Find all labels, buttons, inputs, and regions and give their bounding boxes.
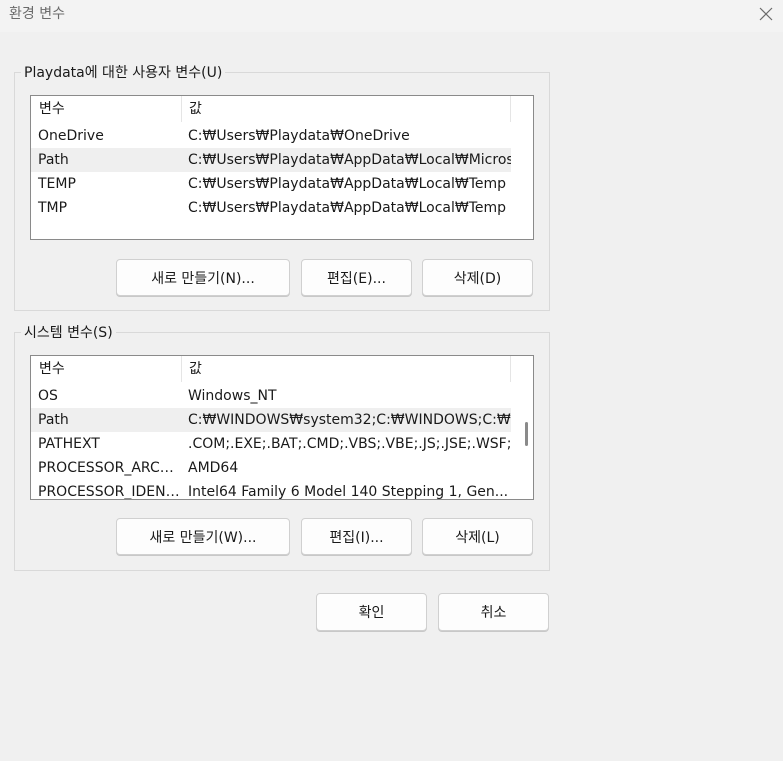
- variable-name: TEMP: [38, 176, 76, 192]
- variable-value: AMD64: [188, 460, 239, 476]
- list-header: 변수 값: [31, 356, 533, 382]
- user-edit-button[interactable]: 편집(E)...: [301, 259, 412, 296]
- scrollbar-thumb[interactable]: [525, 422, 528, 446]
- system-variables-list[interactable]: 변수 값 OS Windows_NT Path C:₩WINDOWS₩syste…: [30, 355, 534, 500]
- system-new-button[interactable]: 새로 만들기(W)...: [116, 518, 290, 555]
- table-row[interactable]: OneDrive C:₩Users₩Playdata₩OneDrive: [31, 124, 511, 148]
- variable-value: C:₩Users₩Playdata₩OneDrive: [188, 128, 410, 144]
- variable-name: OS: [38, 388, 58, 404]
- variable-name: TMP: [38, 200, 68, 216]
- system-delete-button[interactable]: 삭제(L): [422, 518, 533, 555]
- close-icon: [759, 7, 773, 21]
- variable-value: C:₩Users₩Playdata₩AppData₩Local₩Temp: [188, 200, 507, 216]
- user-variables-list[interactable]: 변수 값 OneDrive C:₩Users₩Playdata₩OneDrive…: [30, 95, 534, 240]
- column-header-value[interactable]: 값: [182, 356, 511, 382]
- table-row[interactable]: TEMP C:₩Users₩Playdata₩AppData₩Local₩Tem…: [31, 172, 511, 196]
- system-edit-button[interactable]: 편집(I)...: [301, 518, 412, 555]
- variable-value: C:₩Users₩Playdata₩AppData₩Local₩Micros..…: [188, 152, 511, 168]
- variable-value: Windows_NT: [188, 388, 277, 404]
- variable-value: C:₩WINDOWS₩system32;C:₩WINDOWS;C:₩...: [188, 412, 511, 428]
- variable-value: Intel64 Family 6 Model 140 Stepping 1, G…: [188, 484, 509, 500]
- variable-name: PROCESSOR_ARCH...: [38, 460, 181, 476]
- vertical-scrollbar[interactable]: [522, 382, 532, 498]
- user-new-button[interactable]: 새로 만들기(N)...: [116, 259, 290, 296]
- variable-name: OneDrive: [38, 128, 104, 144]
- table-row[interactable]: PROCESSOR_IDENT... Intel64 Family 6 Mode…: [31, 480, 511, 500]
- user-variables-label: Playdata에 대한 사용자 변수(U): [21, 64, 226, 82]
- list-header: 변수 값: [31, 96, 533, 122]
- column-header-variable[interactable]: 변수: [32, 356, 182, 382]
- variable-name: Path: [38, 152, 69, 168]
- table-row[interactable]: TMP C:₩Users₩Playdata₩AppData₩Local₩Temp: [31, 196, 511, 220]
- close-button[interactable]: [749, 0, 783, 28]
- column-header-variable[interactable]: 변수: [32, 96, 182, 122]
- user-delete-button[interactable]: 삭제(D): [422, 259, 533, 296]
- table-row[interactable]: Path C:₩WINDOWS₩system32;C:₩WINDOWS;C:₩.…: [31, 408, 511, 432]
- cancel-button[interactable]: 취소: [438, 593, 549, 631]
- system-variables-label: 시스템 변수(S): [21, 324, 116, 342]
- variable-value: .COM;.EXE;.BAT;.CMD;.VBS;.VBE;.JS;.JSE;.…: [188, 436, 511, 452]
- table-row[interactable]: PROCESSOR_ARCH... AMD64: [31, 456, 511, 480]
- table-row[interactable]: PATHEXT .COM;.EXE;.BAT;.CMD;.VBS;.VBE;.J…: [31, 432, 511, 456]
- window-title: 환경 변수: [9, 6, 65, 22]
- variable-value: C:₩Users₩Playdata₩AppData₩Local₩Temp: [188, 176, 507, 192]
- variable-name: PATHEXT: [38, 436, 100, 452]
- variable-name: Path: [38, 412, 69, 428]
- column-header-value[interactable]: 값: [182, 96, 511, 122]
- table-row[interactable]: OS Windows_NT: [31, 384, 511, 408]
- title-bar: 환경 변수: [0, 0, 783, 32]
- table-row[interactable]: Path C:₩Users₩Playdata₩AppData₩Local₩Mic…: [31, 148, 511, 172]
- ok-button[interactable]: 확인: [316, 593, 427, 631]
- variable-name: PROCESSOR_IDENT...: [38, 484, 181, 500]
